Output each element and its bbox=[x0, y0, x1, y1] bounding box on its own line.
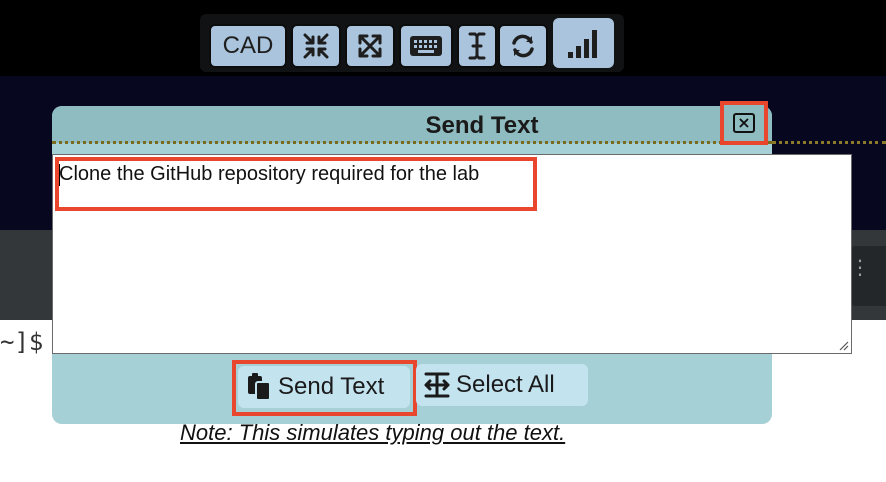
select-all-icon bbox=[424, 371, 450, 399]
fullscreen-icon bbox=[358, 34, 382, 58]
keyboard-button[interactable] bbox=[399, 24, 453, 68]
signal-strength-icon bbox=[567, 30, 597, 58]
send-text-button[interactable]: Send Text bbox=[238, 366, 410, 408]
select-all-button[interactable]: Select All bbox=[416, 364, 588, 406]
cad-button[interactable]: CAD bbox=[209, 24, 287, 68]
exit-fullscreen-button[interactable] bbox=[291, 24, 341, 68]
connection-quality-button[interactable] bbox=[553, 18, 614, 68]
fullscreen-button[interactable] bbox=[345, 24, 395, 68]
clipboard-icon bbox=[246, 372, 272, 402]
refresh-icon bbox=[512, 34, 534, 58]
send-text-label: Send Text bbox=[278, 373, 385, 400]
text-cursor-icon bbox=[468, 32, 486, 60]
keyboard-icon bbox=[410, 36, 442, 56]
text-cursor-button[interactable] bbox=[457, 24, 497, 68]
send-text-dialog: Send Text × Clone the GitHub repository … bbox=[52, 101, 852, 424]
dialog-note: Note: This simulates typing out the text… bbox=[180, 420, 566, 445]
select-all-label: Select All bbox=[456, 371, 555, 398]
exit-fullscreen-icon bbox=[303, 33, 329, 59]
close-button[interactable]: × bbox=[720, 101, 768, 145]
text-highlight-box bbox=[55, 157, 537, 211]
refresh-button[interactable] bbox=[498, 24, 548, 68]
close-icon: × bbox=[733, 113, 755, 133]
header-divider bbox=[52, 141, 772, 144]
dotted-divider bbox=[772, 141, 886, 144]
resize-grip-icon[interactable] bbox=[837, 339, 849, 351]
terminal-prompt: ~]$ bbox=[0, 328, 44, 356]
